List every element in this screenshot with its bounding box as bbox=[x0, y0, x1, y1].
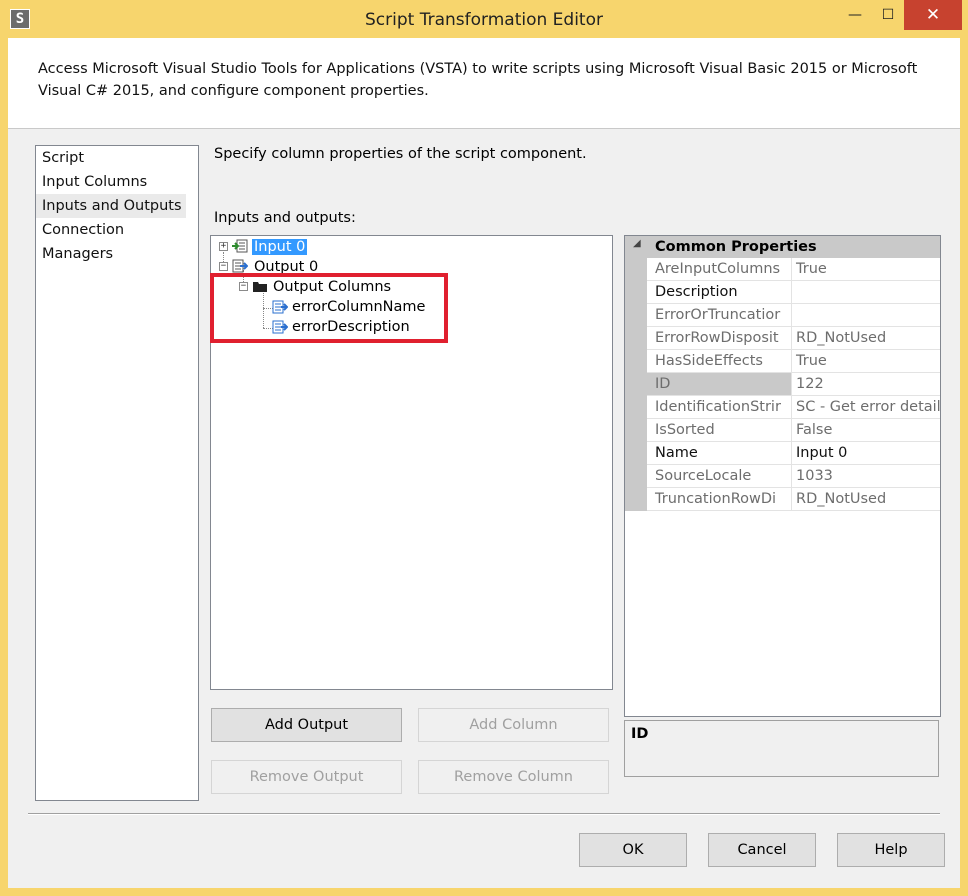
property-value[interactable]: True bbox=[793, 350, 940, 372]
dialog-client-area: Access Microsoft Visual Studio Tools for… bbox=[8, 38, 960, 888]
tree-node-output-columns[interactable]: Output Columns bbox=[273, 277, 391, 297]
property-row-areinputcolumns[interactable]: AreInputColumns True bbox=[647, 258, 940, 281]
property-row-sourcelocale[interactable]: SourceLocale 1033 bbox=[647, 465, 940, 488]
remove-column-button[interactable]: Remove Column bbox=[418, 760, 609, 794]
add-output-button[interactable]: Add Output bbox=[211, 708, 402, 742]
property-category-label: Common Properties bbox=[655, 239, 817, 255]
property-grid-gutter bbox=[625, 258, 647, 511]
property-value[interactable]: Input 0 bbox=[793, 442, 940, 464]
minimize-button[interactable]: — bbox=[838, 0, 872, 30]
tree-connector-line bbox=[263, 290, 264, 328]
close-button[interactable]: ✕ bbox=[904, 0, 962, 30]
property-value[interactable]: True bbox=[793, 258, 940, 280]
property-value[interactable]: False bbox=[793, 419, 940, 441]
property-row-errorortruncation[interactable]: ErrorOrTruncatior bbox=[647, 304, 940, 327]
collapse-minus-icon[interactable]: − bbox=[219, 262, 228, 271]
maximize-button[interactable]: ☐ bbox=[872, 0, 904, 30]
tree-node-error-description[interactable]: errorDescription bbox=[292, 317, 410, 337]
nav-item-inputs-and-outputs[interactable]: Inputs and Outputs bbox=[36, 194, 186, 218]
property-description-title: ID bbox=[631, 726, 649, 742]
property-row-identificationstring[interactable]: IdentificationStrir SC - Get error detai… bbox=[647, 396, 940, 419]
collapse-minus-icon[interactable]: − bbox=[239, 282, 248, 291]
nav-item-connection-managers[interactable]: Connection Managers bbox=[36, 218, 198, 262]
inputs-outputs-tree[interactable]: + Input 0 − Output 0 − Output Columns er… bbox=[210, 235, 613, 690]
nav-item-script[interactable]: Script bbox=[36, 146, 84, 170]
property-grid[interactable]: ◢ Common Properties AreInputColumns True… bbox=[624, 235, 941, 717]
property-row-errorrowdisposition[interactable]: ErrorRowDisposit RD_NotUsed bbox=[647, 327, 940, 350]
title-bar[interactable]: S Script Transformation Editor — ☐ ✕ bbox=[0, 0, 968, 38]
property-value[interactable] bbox=[793, 304, 940, 326]
property-value[interactable]: 1033 bbox=[793, 465, 940, 487]
page-navigation-list[interactable]: Script Input Columns Inputs and Outputs … bbox=[35, 145, 199, 801]
tree-node-error-column-name[interactable]: errorColumnName bbox=[292, 297, 425, 317]
property-value[interactable] bbox=[793, 281, 940, 303]
help-button[interactable]: Help bbox=[837, 833, 945, 867]
property-name: IsSorted bbox=[647, 419, 792, 441]
tree-node-output-0[interactable]: Output 0 bbox=[254, 257, 318, 277]
page-instruction: Specify column properties of the script … bbox=[214, 146, 587, 162]
cancel-button[interactable]: Cancel bbox=[708, 833, 816, 867]
property-name: ErrorOrTruncatior bbox=[647, 304, 792, 326]
collapse-triangle-icon[interactable]: ◢ bbox=[633, 238, 641, 249]
script-transformation-editor-window: S Script Transformation Editor — ☐ ✕ Acc… bbox=[0, 0, 968, 896]
window-title: Script Transformation Editor bbox=[365, 10, 603, 30]
property-name: ErrorRowDisposit bbox=[647, 327, 792, 349]
expand-plus-icon[interactable]: + bbox=[219, 242, 228, 251]
property-name: Description bbox=[647, 281, 792, 303]
output-icon bbox=[232, 259, 248, 273]
property-name: HasSideEffects bbox=[647, 350, 792, 372]
property-name: TruncationRowDi bbox=[647, 488, 792, 510]
remove-output-button[interactable]: Remove Output bbox=[211, 760, 402, 794]
footer-separator bbox=[28, 813, 940, 815]
add-column-button[interactable]: Add Column bbox=[418, 708, 609, 742]
property-row-name[interactable]: Name Input 0 bbox=[647, 442, 940, 465]
property-name: Name bbox=[647, 442, 792, 464]
tree-node-input-0[interactable]: Input 0 bbox=[252, 237, 308, 257]
tree-node-input-0-label[interactable]: Input 0 bbox=[252, 239, 308, 255]
header-description: Access Microsoft Visual Studio Tools for… bbox=[38, 61, 918, 99]
nav-item-input-columns[interactable]: Input Columns bbox=[36, 170, 147, 194]
property-name: SourceLocale bbox=[647, 465, 792, 487]
property-row-id[interactable]: ID 122 bbox=[647, 373, 940, 396]
property-value[interactable]: SC - Get error details.Inpu bbox=[793, 396, 940, 418]
ok-button[interactable]: OK bbox=[579, 833, 687, 867]
column-icon bbox=[272, 300, 288, 314]
property-name: IdentificationStrir bbox=[647, 396, 792, 418]
property-value[interactable]: 122 bbox=[793, 373, 940, 395]
inputs-outputs-label: Inputs and outputs: bbox=[214, 210, 356, 226]
property-description-panel: ID bbox=[624, 720, 939, 777]
input-icon bbox=[232, 239, 248, 253]
column-icon bbox=[272, 320, 288, 334]
property-row-hassideeffects[interactable]: HasSideEffects True bbox=[647, 350, 940, 373]
property-row-truncationrowdisposition[interactable]: TruncationRowDi RD_NotUsed bbox=[647, 488, 940, 511]
property-name: ID bbox=[647, 373, 792, 395]
property-row-issorted[interactable]: IsSorted False bbox=[647, 419, 940, 442]
property-value[interactable]: RD_NotUsed bbox=[793, 488, 940, 510]
folder-icon bbox=[253, 282, 267, 292]
property-name: AreInputColumns bbox=[647, 258, 792, 280]
header-panel: Access Microsoft Visual Studio Tools for… bbox=[8, 38, 960, 129]
property-row-description[interactable]: Description bbox=[647, 281, 940, 304]
property-category-header[interactable]: ◢ Common Properties bbox=[625, 236, 940, 258]
property-value[interactable]: RD_NotUsed bbox=[793, 327, 940, 349]
